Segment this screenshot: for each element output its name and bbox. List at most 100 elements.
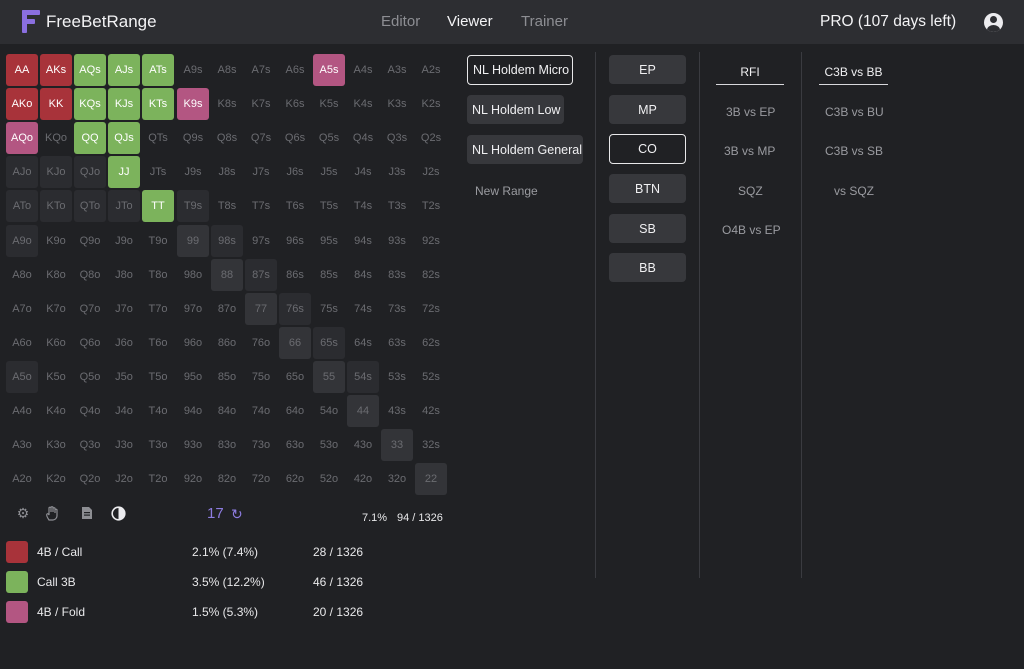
hand-cell-jts[interactable]: JTs <box>142 156 174 188</box>
hand-cell-kqo[interactable]: KQo <box>40 122 72 154</box>
hand-cell-62o[interactable]: 62o <box>279 463 311 495</box>
hand-cell-63o[interactable]: 63o <box>279 429 311 461</box>
hand-cell-43s[interactable]: 43s <box>381 395 413 427</box>
hand-cell-q4s[interactable]: Q4s <box>347 122 379 154</box>
action-c3b-vs-bb[interactable]: C3B vs BB <box>819 65 888 85</box>
hand-cell-qjs[interactable]: QJs <box>108 122 140 154</box>
position-sb[interactable]: SB <box>609 214 686 243</box>
hand-cell-82o[interactable]: 82o <box>211 463 243 495</box>
hand-cell-t9s[interactable]: T9s <box>177 190 209 222</box>
hand-cell-98s[interactable]: 98s <box>211 225 243 257</box>
hand-cell-92s[interactable]: 92s <box>415 225 447 257</box>
hand-cell-a5s[interactable]: A5s <box>313 54 345 86</box>
hand-cell-kjo[interactable]: KJo <box>40 156 72 188</box>
hand-cell-qq[interactable]: QQ <box>74 122 106 154</box>
hand-cell-kqs[interactable]: KQs <box>74 88 106 120</box>
hand-cell-t2o[interactable]: T2o <box>142 463 174 495</box>
hand-cell-j3o[interactable]: J3o <box>108 429 140 461</box>
hand-cell-ats[interactable]: ATs <box>142 54 174 86</box>
document-icon[interactable] <box>79 505 95 521</box>
hand-cell-j4o[interactable]: J4o <box>108 395 140 427</box>
hand-cell-a9s[interactable]: A9s <box>177 54 209 86</box>
account-icon[interactable] <box>984 13 1003 32</box>
hand-cell-42s[interactable]: 42s <box>415 395 447 427</box>
hand-cell-k5s[interactable]: K5s <box>313 88 345 120</box>
logo[interactable]: FreeBetRange <box>22 10 157 33</box>
hand-cell-65s[interactable]: 65s <box>313 327 345 359</box>
hand-cell-87s[interactable]: 87s <box>245 259 277 291</box>
hand-cell-j2o[interactable]: J2o <box>108 463 140 495</box>
hand-cell-aks[interactable]: AKs <box>40 54 72 86</box>
hand-cell-54o[interactable]: 54o <box>313 395 345 427</box>
hand-cell-j7s[interactable]: J7s <box>245 156 277 188</box>
hand-cell-64o[interactable]: 64o <box>279 395 311 427</box>
hand-cell-43o[interactable]: 43o <box>347 429 379 461</box>
hand-cell-k4o[interactable]: K4o <box>40 395 72 427</box>
hand-cell-q6o[interactable]: Q6o <box>74 327 106 359</box>
hand-cell-a3o[interactable]: A3o <box>6 429 38 461</box>
hand-cell-t3s[interactable]: T3s <box>381 190 413 222</box>
hand-cell-j9s[interactable]: J9s <box>177 156 209 188</box>
hand-cell-a6s[interactable]: A6s <box>279 54 311 86</box>
hand-cell-k6s[interactable]: K6s <box>279 88 311 120</box>
hand-cell-52o[interactable]: 52o <box>313 463 345 495</box>
hand-cell-qjo[interactable]: QJo <box>74 156 106 188</box>
hand-cell-97s[interactable]: 97s <box>245 225 277 257</box>
hand-cell-ato[interactable]: ATo <box>6 190 38 222</box>
hand-cell-86s[interactable]: 86s <box>279 259 311 291</box>
hand-cell-q2o[interactable]: Q2o <box>74 463 106 495</box>
hand-cell-a5o[interactable]: A5o <box>6 361 38 393</box>
hand-cell-a8s[interactable]: A8s <box>211 54 243 86</box>
hand-cell-a6o[interactable]: A6o <box>6 327 38 359</box>
hand-cell-t8s[interactable]: T8s <box>211 190 243 222</box>
nav-editor[interactable]: Editor <box>381 13 420 30</box>
hand-cell-jj[interactable]: JJ <box>108 156 140 188</box>
hand-cell-97o[interactable]: 97o <box>177 293 209 325</box>
range-set-nl-holdem-low[interactable]: NL Holdem Low <box>467 95 564 124</box>
nav-trainer[interactable]: Trainer <box>521 13 568 30</box>
hand-cell-j3s[interactable]: J3s <box>381 156 413 188</box>
range-set-nl-holdem-micro[interactable]: NL Holdem Micro <box>467 55 573 85</box>
hand-cell-q5o[interactable]: Q5o <box>74 361 106 393</box>
hand-cell-76s[interactable]: 76s <box>279 293 311 325</box>
hand-cell-98o[interactable]: 98o <box>177 259 209 291</box>
hand-cell-t4o[interactable]: T4o <box>142 395 174 427</box>
hand-cell-aqs[interactable]: AQs <box>74 54 106 86</box>
hand-cell-k8s[interactable]: K8s <box>211 88 243 120</box>
hand-cell-k9o[interactable]: K9o <box>40 225 72 257</box>
contrast-icon[interactable] <box>110 505 126 521</box>
hand-cell-j6s[interactable]: J6s <box>279 156 311 188</box>
hand-cell-aa[interactable]: AA <box>6 54 38 86</box>
hand-cell-t9o[interactable]: T9o <box>142 225 174 257</box>
hand-cell-q6s[interactable]: Q6s <box>279 122 311 154</box>
hand-cell-t2s[interactable]: T2s <box>415 190 447 222</box>
hand-cell-aqo[interactable]: AQo <box>6 122 38 154</box>
hand-cell-63s[interactable]: 63s <box>381 327 413 359</box>
hand-cell-t5o[interactable]: T5o <box>142 361 174 393</box>
hand-cell-a2s[interactable]: A2s <box>415 54 447 86</box>
hand-cell-q9o[interactable]: Q9o <box>74 225 106 257</box>
hand-cell-96o[interactable]: 96o <box>177 327 209 359</box>
hand-cell-qto[interactable]: QTo <box>74 190 106 222</box>
hand-cell-ajo[interactable]: AJo <box>6 156 38 188</box>
hand-cell-kts[interactable]: KTs <box>142 88 174 120</box>
hand-cell-99[interactable]: 99 <box>177 225 209 257</box>
hand-cell-t3o[interactable]: T3o <box>142 429 174 461</box>
action-vs-sqz[interactable]: vs SQZ <box>834 184 874 198</box>
hand-cell-k2s[interactable]: K2s <box>415 88 447 120</box>
hand-cell-82s[interactable]: 82s <box>415 259 447 291</box>
situation-3b-vs-mp[interactable]: 3B vs MP <box>724 144 775 158</box>
hand-cell-72o[interactable]: 72o <box>245 463 277 495</box>
hand-cell-kk[interactable]: KK <box>40 88 72 120</box>
hand-cell-88[interactable]: 88 <box>211 259 243 291</box>
legend-row-4b-call[interactable]: 4B / Call 2.1% (7.4%) 28 / 1326 <box>6 541 436 563</box>
hand-cell-t8o[interactable]: T8o <box>142 259 174 291</box>
hand-cell-85o[interactable]: 85o <box>211 361 243 393</box>
hand-cell-93s[interactable]: 93s <box>381 225 413 257</box>
hand-cell-32o[interactable]: 32o <box>381 463 413 495</box>
hand-cell-84o[interactable]: 84o <box>211 395 243 427</box>
hand-cell-54s[interactable]: 54s <box>347 361 379 393</box>
hand-cell-k6o[interactable]: K6o <box>40 327 72 359</box>
hand-cell-k4s[interactable]: K4s <box>347 88 379 120</box>
legend-row-call-3b[interactable]: Call 3B 3.5% (12.2%) 46 / 1326 <box>6 571 436 593</box>
